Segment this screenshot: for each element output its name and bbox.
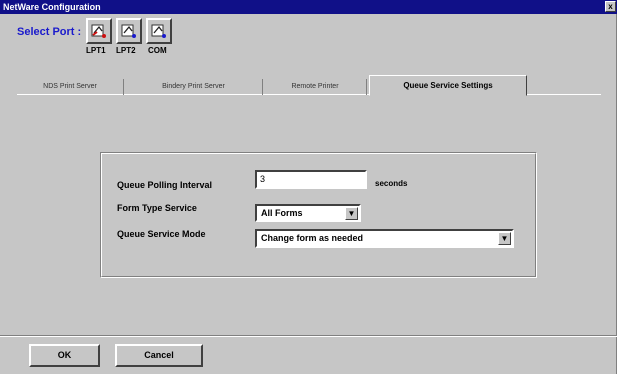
window-title: NetWare Configuration	[3, 2, 101, 12]
service-mode-value: Change form as needed	[261, 233, 364, 243]
polling-interval-input[interactable]: 3	[255, 170, 367, 189]
port-button-lpt1[interactable]	[86, 18, 112, 44]
printer-port-icon	[121, 24, 136, 38]
tab-queue-service-settings[interactable]: Queue Service Settings	[369, 75, 527, 96]
select-port-label: Select Port :	[17, 26, 82, 38]
title-bar: NetWare Configuration x	[0, 0, 617, 14]
service-mode-select[interactable]: Change form as needed ▼	[255, 229, 514, 248]
chevron-down-icon[interactable]: ▼	[345, 207, 358, 220]
port-button-com[interactable]	[146, 18, 172, 44]
netware-config-window: NetWare Configuration x Select Port : LP…	[0, 0, 617, 374]
button-separator	[0, 335, 617, 337]
printer-port-icon	[151, 24, 166, 38]
port-button-lpt2[interactable]	[116, 18, 142, 44]
ok-button[interactable]: OK	[29, 344, 100, 367]
polling-interval-label: Queue Polling Interval	[117, 180, 213, 190]
close-button[interactable]: x	[605, 1, 616, 12]
tab-bindery-print-server[interactable]: Bindery Print Server	[125, 79, 263, 95]
tab-nds-print-server[interactable]: NDS Print Server	[17, 79, 124, 95]
close-icon: x	[608, 2, 613, 11]
form-type-select[interactable]: All Forms ▼	[255, 204, 361, 222]
tab-remote-printer[interactable]: Remote Printer	[264, 79, 367, 95]
port-label-lpt1: LPT1	[86, 46, 106, 55]
port-label-com: COM	[148, 46, 167, 55]
service-mode-label: Queue Service Mode	[117, 229, 206, 239]
form-type-label: Form Type Service	[117, 203, 197, 213]
port-label-lpt2: LPT2	[116, 46, 136, 55]
form-type-value: All Forms	[261, 208, 303, 218]
polling-unit-label: seconds	[375, 179, 408, 188]
cancel-button[interactable]: Cancel	[115, 344, 203, 367]
printer-port-icon	[91, 24, 106, 38]
chevron-down-icon[interactable]: ▼	[498, 232, 511, 245]
